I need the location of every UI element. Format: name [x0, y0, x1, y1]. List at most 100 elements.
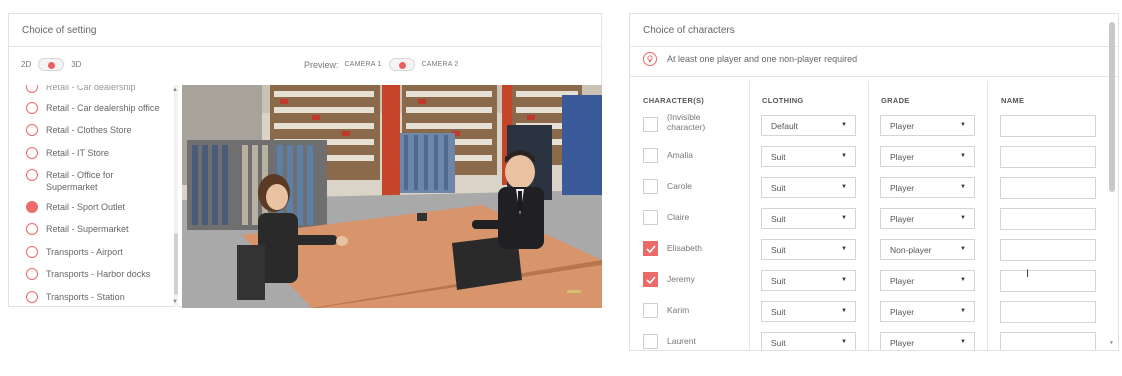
clothing-select[interactable]: Suit ▼ [761, 177, 856, 198]
character-checkbox[interactable] [643, 179, 658, 194]
radio-button[interactable] [26, 85, 38, 93]
caret-down-icon: ▼ [841, 277, 847, 283]
name-input[interactable] [1000, 239, 1096, 261]
grade-select[interactable]: Non-player ▼ [880, 239, 975, 260]
grade-select[interactable]: Player ▼ [880, 332, 975, 350]
name-input[interactable] [1000, 146, 1096, 168]
clothing-value: Suit [771, 151, 786, 162]
setting-item[interactable]: Retail - Supermarket [26, 223, 129, 235]
setting-item[interactable]: Retail - Car dealership [26, 85, 136, 93]
character-checkbox[interactable] [643, 117, 658, 132]
setting-item[interactable]: Retail - Clothes Store [26, 124, 132, 136]
setting-panel-title: Choice of setting [9, 14, 601, 47]
radio-button[interactable] [26, 246, 38, 258]
caret-down-icon: ▼ [841, 122, 847, 128]
clothing-select[interactable]: Suit ▼ [761, 146, 856, 167]
table-row: Amalia Suit ▼ Player ▼ [630, 141, 1108, 172]
character-checkbox[interactable] [643, 148, 658, 163]
table-row: Jeremy Suit ▼ Player ▼ [630, 265, 1108, 296]
name-input[interactable] [1000, 270, 1096, 292]
scroll-down-icon[interactable]: ▼ [172, 299, 178, 305]
clothing-select[interactable]: Default ▼ [761, 115, 856, 136]
table-row: Carole Suit ▼ Player ▼ [630, 172, 1108, 203]
clothing-select[interactable]: Suit ▼ [761, 270, 856, 291]
table-row: Elisabeth Suit ▼ Non-player ▼ [630, 234, 1108, 265]
name-input[interactable] [1000, 177, 1096, 199]
setting-item[interactable]: Transports - Harbor docks [26, 268, 150, 280]
grade-select[interactable]: Player ▼ [880, 177, 975, 198]
caret-down-icon: ▼ [841, 215, 847, 221]
radio-button[interactable] [26, 102, 38, 114]
radio-button-selected[interactable] [26, 201, 38, 213]
scrollbar-thumb[interactable] [174, 233, 178, 295]
character-name: (Invisible character) [667, 112, 706, 132]
character-checkbox-checked[interactable] [643, 272, 658, 287]
caret-down-icon: ▼ [841, 308, 847, 314]
toggle-knob [398, 62, 406, 69]
radio-button[interactable] [26, 223, 38, 235]
clothing-value: Suit [771, 306, 786, 317]
text-cursor-icon: I [1026, 268, 1030, 280]
grade-select[interactable]: Player ▼ [880, 270, 975, 291]
caret-down-icon: ▼ [841, 184, 847, 190]
table-row: Claire Suit ▼ Player ▼ [630, 203, 1108, 234]
clothing-select[interactable]: Suit ▼ [761, 301, 856, 322]
setting-item[interactable]: Transports - Airport [26, 246, 123, 258]
grade-select[interactable]: Player ▼ [880, 208, 975, 229]
radio-button[interactable] [26, 268, 38, 280]
setting-item-label: Retail - Clothes Store [46, 125, 132, 135]
caret-down-icon: ▼ [841, 246, 847, 252]
characters-scrollbar[interactable]: ▼ [1108, 22, 1116, 347]
character-checkbox[interactable] [643, 303, 658, 318]
radio-button[interactable] [26, 169, 38, 181]
setting-item-label: Transports - Station [46, 292, 125, 302]
setting-item[interactable]: Retail - IT Store [26, 147, 109, 159]
table-row: (Invisible character) Default ▼ Player ▼ [630, 110, 1108, 141]
grade-select[interactable]: Player ▼ [880, 301, 975, 322]
scroll-down-icon[interactable]: ▼ [1109, 340, 1114, 346]
character-name: Elisabeth [667, 243, 702, 253]
clothing-select[interactable]: Suit ▼ [761, 208, 856, 229]
camera-toggle[interactable] [388, 58, 415, 71]
mode-switch: 2D 3D [21, 58, 81, 71]
setting-list-scrollbar[interactable] [174, 85, 178, 307]
scroll-up-icon[interactable]: ▲ [172, 87, 178, 93]
grade-value: Non-player [890, 244, 932, 255]
grade-value: Player [890, 306, 915, 317]
caret-down-icon: ▼ [960, 246, 966, 252]
caret-down-icon: ▼ [960, 215, 966, 221]
checkmark-icon [646, 245, 656, 254]
setting-item-label: Transports - Airport [46, 247, 123, 257]
clothing-select[interactable]: Suit ▼ [761, 239, 856, 260]
character-checkbox[interactable] [643, 334, 658, 349]
character-checkbox-checked[interactable] [643, 241, 658, 256]
table-row: Laurent Suit ▼ Player ▼ [630, 327, 1108, 350]
setting-item[interactable]: Retail - Office for Supermarket [26, 169, 144, 193]
clothing-value: Suit [771, 182, 786, 193]
grade-value: Player [890, 120, 915, 131]
setting-item-label: Retail - Office for Supermarket [46, 170, 114, 192]
grade-value: Player [890, 182, 915, 193]
header-name: NAME [1001, 96, 1025, 105]
radio-button[interactable] [26, 147, 38, 159]
name-input[interactable] [1000, 115, 1096, 137]
mode-toggle[interactable] [38, 58, 65, 71]
character-checkbox[interactable] [643, 210, 658, 225]
scrollbar-thumb[interactable] [1109, 22, 1115, 192]
setting-item[interactable]: Transports - Station [26, 291, 125, 303]
info-notice: At least one player and one non-player r… [643, 52, 857, 66]
name-input[interactable] [1000, 332, 1096, 350]
clothing-value: Suit [771, 275, 786, 286]
name-input[interactable] [1000, 208, 1096, 230]
radio-button[interactable] [26, 291, 38, 303]
caret-down-icon: ▼ [960, 339, 966, 345]
grade-select[interactable]: Player ▼ [880, 146, 975, 167]
radio-button[interactable] [26, 124, 38, 136]
clothing-select[interactable]: Suit ▼ [761, 332, 856, 350]
setting-item[interactable]: Retail - Car dealership office [26, 102, 159, 114]
setting-item-label: Retail - Car dealership [46, 85, 136, 92]
grade-select[interactable]: Player ▼ [880, 115, 975, 136]
caret-down-icon: ▼ [960, 122, 966, 128]
name-input[interactable] [1000, 301, 1096, 323]
setting-item-selected[interactable]: Retail - Sport Outlet [26, 201, 125, 213]
